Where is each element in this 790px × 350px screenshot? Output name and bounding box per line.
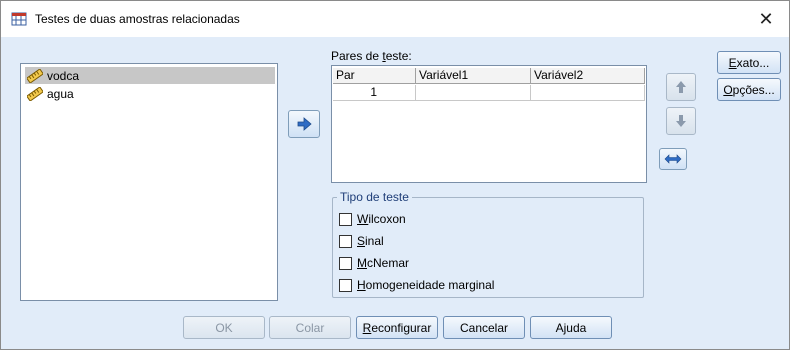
marginal-homogeneity-label: Homogeneidade marginal (357, 278, 495, 292)
variable1-cell[interactable] (416, 85, 531, 101)
spss-dialog-icon (11, 12, 27, 26)
title-bar: Testes de duas amostras relacionadas ✕ (1, 1, 789, 37)
swap-variables-button[interactable] (659, 148, 687, 170)
dialog-body: vodca agua Pares de teste: Par Variável1… (1, 37, 789, 349)
sign-label: Sinal (357, 234, 384, 248)
variable-item-vodca[interactable]: vodca (25, 67, 275, 84)
table-row[interactable]: 1 (333, 85, 645, 101)
close-icon: ✕ (758, 8, 774, 29)
scale-ruler-icon (27, 86, 43, 101)
mcnemar-label: McNemar (357, 256, 410, 270)
options-button[interactable]: Opções... (717, 78, 781, 101)
reset-button[interactable]: Reconfigurar (356, 316, 438, 339)
sign-checkbox-row[interactable]: Sinal (339, 232, 384, 250)
variable2-cell[interactable] (531, 85, 645, 101)
wilcoxon-label: Wilcoxon (357, 212, 406, 226)
marginal-homogeneity-checkbox[interactable] (339, 278, 352, 292)
variable-item-agua[interactable]: agua (25, 85, 275, 102)
window-title: Testes de duas amostras relacionadas (35, 12, 240, 26)
column-header-par: Par (333, 68, 416, 84)
paste-button[interactable]: Colar (269, 316, 351, 339)
marginal-homogeneity-checkbox-row[interactable]: Homogeneidade marginal (339, 276, 494, 294)
help-button[interactable]: Ajuda (530, 316, 612, 339)
arrow-up-icon (676, 81, 686, 93)
mcnemar-checkbox[interactable] (339, 256, 352, 270)
variable-label: vodca (47, 68, 80, 83)
cancel-button[interactable]: Cancelar (443, 316, 525, 339)
arrow-right-icon (297, 117, 312, 131)
move-to-pairs-button[interactable] (288, 110, 320, 138)
swap-arrows-icon (664, 154, 682, 164)
wilcoxon-checkbox[interactable] (339, 212, 352, 226)
column-header-variavel2: Variável2 (531, 68, 645, 84)
wilcoxon-checkbox-row[interactable]: Wilcoxon (339, 210, 406, 228)
move-pair-down-button[interactable] (666, 107, 696, 135)
arrow-down-icon (676, 115, 686, 127)
grid-header: Par Variável1 Variável2 (333, 68, 645, 84)
pair-number-cell: 1 (333, 85, 416, 101)
variable-label: agua (47, 86, 74, 101)
test-type-group-title: Tipo de teste (337, 190, 412, 204)
mcnemar-checkbox-row[interactable]: McNemar (339, 254, 409, 272)
exact-button[interactable]: Exato... (717, 51, 781, 74)
dialog-window: Testes de duas amostras relacionadas ✕ v… (0, 0, 790, 350)
pairs-label: Pares de teste: (331, 49, 412, 63)
move-pair-up-button[interactable] (666, 73, 696, 101)
variable-list[interactable]: vodca agua (20, 63, 278, 301)
ok-button[interactable]: OK (183, 316, 265, 339)
close-button[interactable]: ✕ (743, 1, 789, 37)
test-pairs-grid[interactable]: Par Variável1 Variável2 1 (331, 65, 647, 183)
column-header-variavel1: Variável1 (416, 68, 531, 84)
sign-checkbox[interactable] (339, 234, 352, 248)
scale-ruler-icon (27, 68, 43, 83)
